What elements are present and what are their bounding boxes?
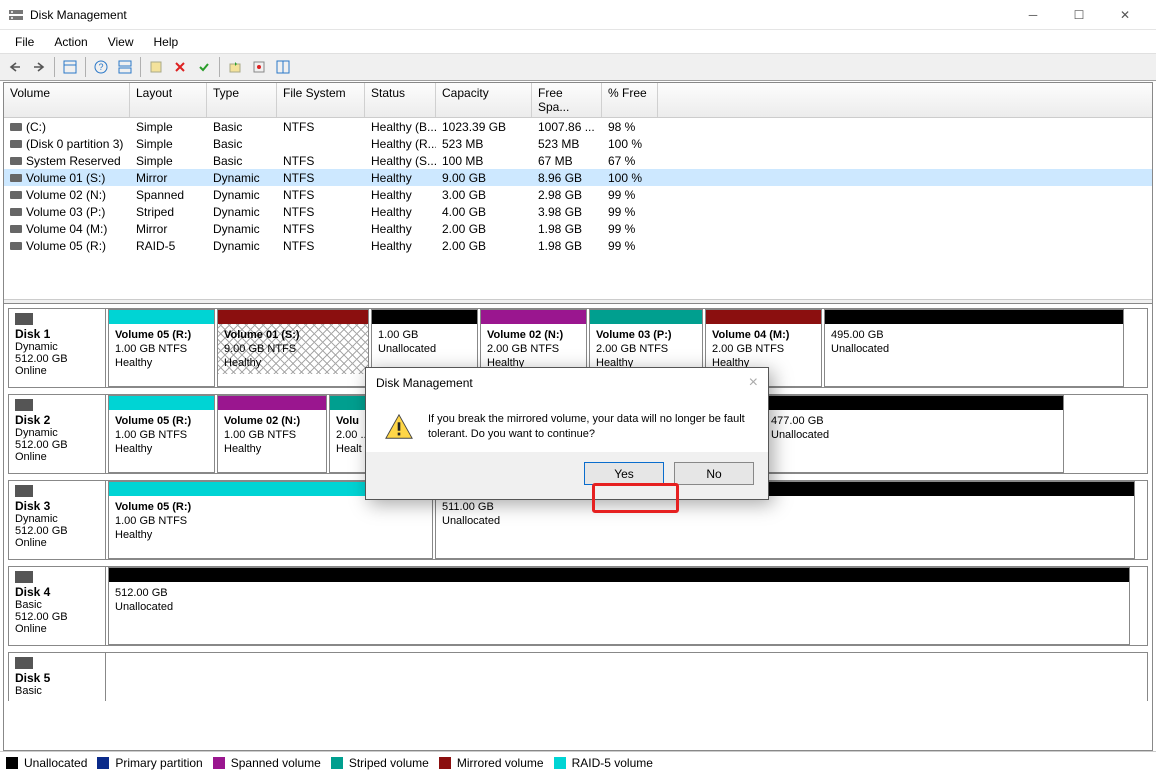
legend-swatch: [6, 757, 18, 769]
disk-label[interactable]: Disk 3Dynamic512.00 GBOnline: [9, 481, 106, 559]
legend-swatch: [439, 757, 451, 769]
menubar: File Action View Help: [0, 30, 1156, 53]
dialog-close-button[interactable]: ×: [749, 374, 758, 392]
volume-row[interactable]: Volume 05 (R:)RAID-5DynamicNTFSHealthy2.…: [4, 237, 1152, 254]
partition[interactable]: 477.00 GBUnallocated: [764, 395, 1064, 473]
dialog-title: Disk Management: [376, 376, 473, 390]
app-icon: [8, 7, 24, 23]
dialog-titlebar: Disk Management ×: [366, 368, 768, 398]
volume-row[interactable]: Volume 01 (S:)MirrorDynamicNTFSHealthy9.…: [4, 169, 1152, 186]
view-button[interactable]: [59, 56, 81, 78]
minimize-button[interactable]: ─: [1010, 0, 1056, 30]
grid-header: VolumeLayoutTypeFile SystemStatusCapacit…: [4, 83, 1152, 118]
disk-label[interactable]: Disk 4Basic512.00 GBOnline: [9, 567, 106, 645]
menu-file[interactable]: File: [6, 32, 43, 52]
back-button[interactable]: [4, 56, 26, 78]
legend-swatch: [213, 757, 225, 769]
legend-swatch: [97, 757, 109, 769]
rescan-button[interactable]: [248, 56, 270, 78]
volumes-list[interactable]: (C:)SimpleBasicNTFSHealthy (B...1023.39 …: [4, 118, 1152, 254]
toolbar: ?: [0, 53, 1156, 81]
properties-button[interactable]: [272, 56, 294, 78]
no-button[interactable]: No: [674, 462, 754, 485]
legend: Unallocated Primary partition Spanned volu…: [0, 751, 1156, 773]
window-title: Disk Management: [30, 8, 1010, 22]
confirm-dialog: Disk Management × If you break the mirro…: [365, 367, 769, 500]
titlebar: Disk Management ─ ☐ ✕: [0, 0, 1156, 30]
disk-label[interactable]: Disk 5Basic: [9, 653, 106, 701]
column-header[interactable]: File System: [277, 83, 365, 117]
menu-help[interactable]: Help: [145, 32, 188, 52]
layout-button[interactable]: [114, 56, 136, 78]
volume-row[interactable]: (C:)SimpleBasicNTFSHealthy (B...1023.39 …: [4, 118, 1152, 135]
legend-swatch: [331, 757, 343, 769]
disk-label[interactable]: Disk 1Dynamic512.00 GBOnline: [9, 309, 106, 387]
volume-row[interactable]: Volume 03 (P:)StripedDynamicNTFSHealthy4…: [4, 203, 1152, 220]
volume-row[interactable]: Volume 04 (M:)MirrorDynamicNTFSHealthy2.…: [4, 220, 1152, 237]
legend-label: Mirrored volume: [457, 756, 544, 770]
forward-button[interactable]: [28, 56, 50, 78]
volume-row[interactable]: Volume 02 (N:)SpannedDynamicNTFSHealthy3…: [4, 186, 1152, 203]
column-header[interactable]: Free Spa...: [532, 83, 602, 117]
menu-view[interactable]: View: [99, 32, 143, 52]
menu-action[interactable]: Action: [45, 32, 96, 52]
delete-button[interactable]: [169, 56, 191, 78]
partition[interactable]: 512.00 GBUnallocated: [108, 567, 1130, 645]
column-header[interactable]: Capacity: [436, 83, 532, 117]
legend-swatch: [554, 757, 566, 769]
disk-row[interactable]: Disk 4Basic512.00 GBOnline512.00 GBUnall…: [8, 566, 1148, 646]
volume-row[interactable]: (Disk 0 partition 3)SimpleBasicHealthy (…: [4, 135, 1152, 152]
column-header[interactable]: % Free: [602, 83, 658, 117]
column-header[interactable]: Layout: [130, 83, 207, 117]
column-header[interactable]: Status: [365, 83, 436, 117]
partition[interactable]: Volume 05 (R:)1.00 GB NTFSHealthy: [108, 395, 215, 473]
disk-label[interactable]: Disk 2Dynamic512.00 GBOnline: [9, 395, 106, 473]
partition[interactable]: Volume 02 (N:)1.00 GB NTFSHealthy: [217, 395, 327, 473]
legend-label: RAID-5 volume: [572, 756, 653, 770]
yes-button[interactable]: Yes: [584, 462, 664, 485]
maximize-button[interactable]: ☐: [1056, 0, 1102, 30]
volume-row[interactable]: System ReservedSimpleBasicNTFSHealthy (S…: [4, 152, 1152, 169]
legend-label: Striped volume: [349, 756, 429, 770]
check-button[interactable]: [193, 56, 215, 78]
warning-icon: [384, 412, 414, 442]
refresh-button[interactable]: [224, 56, 246, 78]
close-button[interactable]: ✕: [1102, 0, 1148, 30]
legend-label: Unallocated: [24, 756, 87, 770]
column-header[interactable]: Volume: [4, 83, 130, 117]
dialog-message: If you break the mirrored volume, your d…: [428, 412, 750, 442]
partition[interactable]: Volume 01 (S:)9.00 GB NTFSHealthy: [217, 309, 369, 387]
partition[interactable]: Volume 05 (R:)1.00 GB NTFSHealthy: [108, 309, 215, 387]
legend-label: Spanned volume: [231, 756, 321, 770]
svg-text:?: ?: [98, 62, 103, 72]
legend-label: Primary partition: [115, 756, 202, 770]
help-button[interactable]: ?: [90, 56, 112, 78]
settings-button[interactable]: [145, 56, 167, 78]
column-header[interactable]: Type: [207, 83, 277, 117]
partition[interactable]: 495.00 GBUnallocated: [824, 309, 1124, 387]
